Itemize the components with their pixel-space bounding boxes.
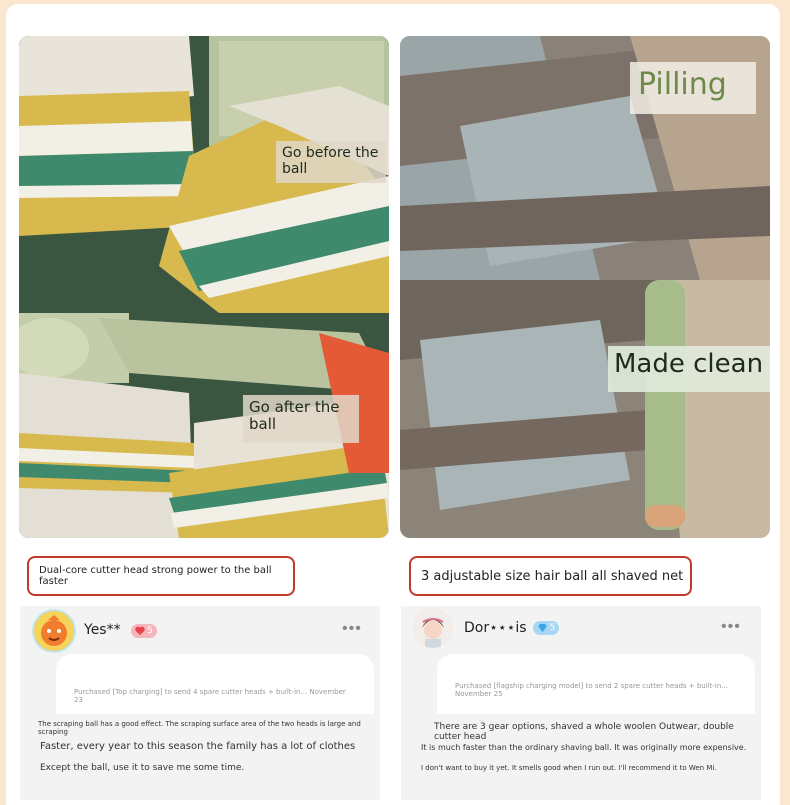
review-level: 5 bbox=[147, 626, 153, 636]
review-level: 5 bbox=[549, 623, 556, 633]
purchase-info-text: Purchased [Top charging] to send 4 spare… bbox=[74, 688, 346, 704]
review-line-2: Faster, every year to this season the fa… bbox=[40, 741, 356, 752]
avatar[interactable] bbox=[32, 609, 76, 653]
diamond-badge-icon: 5 bbox=[533, 621, 559, 635]
heart-badge-icon: 5 bbox=[131, 624, 157, 638]
review-username: Yes** bbox=[84, 622, 121, 638]
review-card-1: Yes** 5 ••• Purchased [Top charging] to … bbox=[20, 606, 380, 800]
review-card-2: Dor⋆⋆⋆is 5 ••• Purchased [flagship charg… bbox=[401, 606, 761, 800]
photo-pilling: Pilling bbox=[400, 36, 770, 280]
avatar[interactable] bbox=[413, 608, 453, 648]
purchase-info: Purchased [Top charging] to send 4 spare… bbox=[56, 654, 374, 714]
callout-dual-core-text: Dual-core cutter head strong power to th… bbox=[39, 565, 272, 587]
review-line-3: Except the ball, use it to save me some … bbox=[40, 763, 245, 773]
callout-adjustable-size: 3 adjustable size hair ball all shaved n… bbox=[409, 556, 692, 596]
before-label: Go before the ball bbox=[276, 141, 386, 183]
after-label: Go after the ball bbox=[243, 395, 359, 443]
review-line-1: The scraping ball has a good effect. The… bbox=[38, 720, 361, 736]
photo-clean: Made clean bbox=[400, 280, 770, 538]
more-dots-icon[interactable]: ••• bbox=[342, 620, 362, 638]
purchase-info-text: Purchased [flagship charging model] to s… bbox=[455, 682, 728, 698]
callout-adjustable-size-text: 3 adjustable size hair ball all shaved n… bbox=[421, 568, 684, 584]
review-line-1: There are 3 gear options, shaved a whole… bbox=[434, 722, 734, 742]
more-dots-icon[interactable]: ••• bbox=[721, 618, 741, 636]
photo-before: Go before the ball bbox=[19, 36, 389, 313]
review-line-3: I don't want to buy it yet. It smells go… bbox=[421, 764, 717, 772]
clean-label: Made clean bbox=[608, 346, 770, 392]
review-line-2: It is much faster than the ordinary shav… bbox=[421, 743, 747, 752]
purchase-info: Purchased [flagship charging model] to s… bbox=[437, 654, 755, 714]
review-username: Dor⋆⋆⋆is bbox=[464, 620, 527, 636]
photo-after: Go after the ball bbox=[19, 313, 389, 538]
callout-dual-core: Dual-core cutter head strong power to th… bbox=[27, 556, 295, 596]
pilling-label: Pilling bbox=[638, 67, 727, 102]
